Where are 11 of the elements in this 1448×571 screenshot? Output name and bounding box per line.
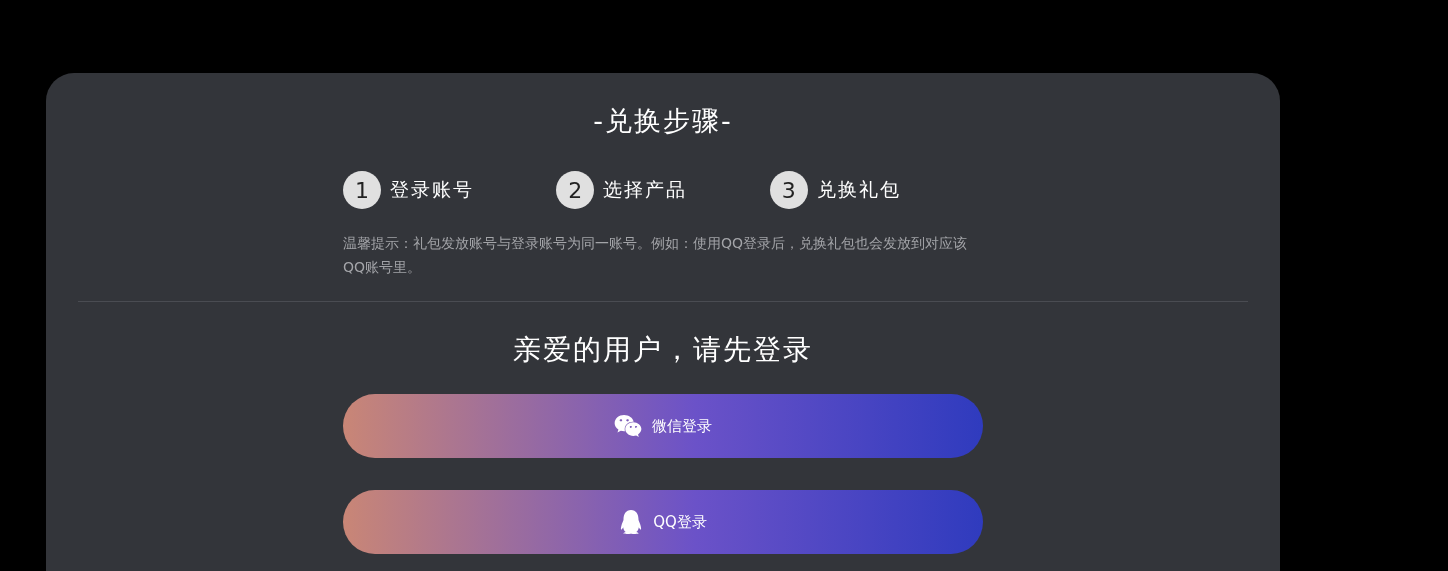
step-label: 兑换礼包 [816,177,901,202]
step-number: 1 [343,171,381,209]
login-title: 亲爱的用户，请先登录 [513,332,813,368]
step-label: 登录账号 [390,177,474,202]
login-button[interactable]: 微信登录 [343,394,983,458]
login-button[interactable]: QQ登录 [343,490,983,554]
step-label: 选择产品 [603,177,688,202]
step-number: 3 [769,171,808,209]
steps-title: -兑换步骤- [593,104,733,138]
step-number: 2 [556,171,595,209]
hint-text: 温馨提示：礼包发放账号与登录账号为同一账号。例如：使用QQ登录后，兑换礼包也会发放到对应该QQ账号里。 [343,234,969,277]
